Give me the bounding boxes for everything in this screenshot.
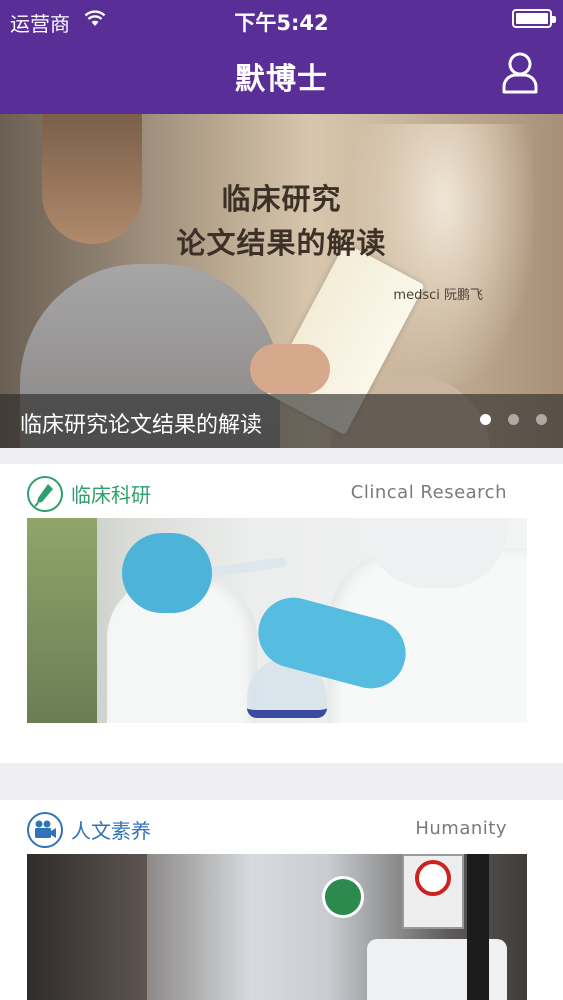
section-header-humanity[interactable]: 人文素养 Humanity [0, 800, 563, 854]
user-profile-icon[interactable] [500, 50, 540, 96]
carousel-dot-1[interactable] [480, 414, 491, 425]
banner-carousel[interactable]: 临床研究 论文结果的解读 medsci 阮鹏飞 临床研究论文结果的解读 [0, 114, 563, 448]
top-bar: 运营商 下午5:42 默博士 [0, 0, 563, 114]
carousel-dot-3[interactable] [536, 414, 547, 425]
banner-signature: medsci 阮鹏飞 [393, 288, 483, 303]
carousel-dot-2[interactable] [508, 414, 519, 425]
banner-headline-line2: 论文结果的解读 [176, 226, 387, 260]
section-header-clinical-research[interactable]: 临床科研 Clincal Research [0, 464, 563, 518]
section-image-street[interactable] [27, 854, 527, 1000]
status-time: 下午5:42 [234, 11, 329, 35]
section-humanity: 人文素养 Humanity [0, 800, 563, 1000]
page-title: 默博士 [235, 62, 328, 97]
pen-icon [27, 476, 63, 512]
video-camera-icon [27, 812, 63, 848]
carousel-page-indicator [480, 414, 547, 425]
section-subtitle-en: Humanity [415, 818, 507, 839]
banner-photo-hand [250, 344, 330, 394]
banner-caption-bar: 临床研究论文结果的解读 [0, 394, 563, 448]
section-clinical-research: 临床科研 Clincal Research [0, 464, 563, 763]
status-bar: 运营商 下午5:42 [0, 0, 563, 40]
battery-icon [512, 9, 556, 28]
section-title: 临床科研 [71, 483, 151, 507]
section-title: 人文素养 [71, 819, 151, 843]
section-subtitle-en: Clincal Research [350, 482, 507, 503]
section-image-lab[interactable] [27, 518, 527, 723]
banner-headline-line1: 临床研究 [221, 182, 342, 216]
banner-caption: 临床研究论文结果的解读 [20, 413, 263, 438]
